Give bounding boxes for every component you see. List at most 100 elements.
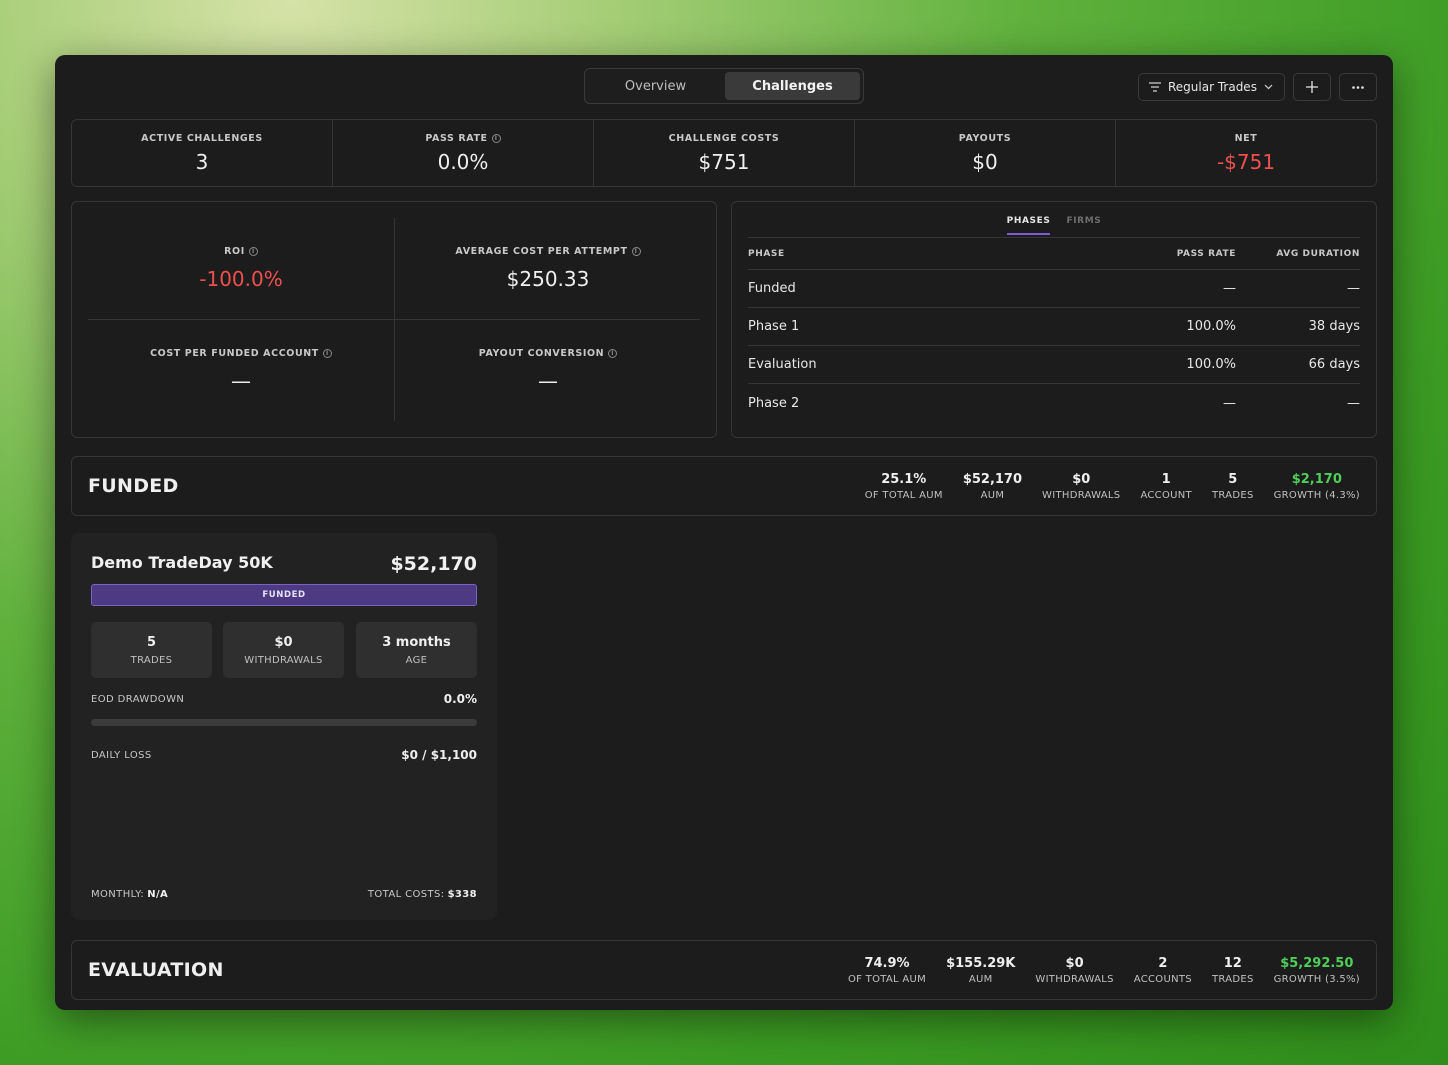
chevron-down-icon bbox=[1264, 84, 1273, 90]
trade-filter-dropdown[interactable]: Regular Trades bbox=[1138, 73, 1285, 101]
stat-label: ACTIVE CHALLENGES bbox=[141, 132, 263, 144]
metric-avg-cost: AVERAGE COST PER ATTEMPT i $250.33 bbox=[395, 218, 701, 319]
tab-firms[interactable]: FIRMS bbox=[1066, 216, 1101, 235]
phase-name: Funded bbox=[748, 281, 796, 296]
phase-avg-duration: 66 days bbox=[1308, 357, 1360, 372]
more-horizontal-icon bbox=[1352, 85, 1364, 89]
section-stat: 5 TRADES bbox=[1211, 471, 1254, 501]
table-row: Funded — — bbox=[748, 270, 1360, 308]
status-badge: FUNDED bbox=[91, 584, 477, 606]
daily-loss-value: $0 / $1,100 bbox=[401, 748, 477, 762]
section-stat: $52,170 AUM bbox=[962, 471, 1023, 501]
stat-payouts: PAYOUTS $0 bbox=[855, 120, 1116, 186]
filter-icon bbox=[1149, 82, 1161, 92]
phase-name: Phase 1 bbox=[748, 319, 800, 334]
section-stat: $5,292.50 GROWTH (3.5%) bbox=[1273, 955, 1360, 985]
table-header: PHASE PASS RATE AVG DURATION bbox=[748, 238, 1360, 270]
account-name: Demo TradeDay 50K bbox=[91, 553, 273, 572]
metric-value: — bbox=[231, 369, 251, 393]
phase-pass-rate: — bbox=[1223, 281, 1236, 296]
metric-label: ROI bbox=[224, 246, 245, 257]
section-stat: 25.1% OF TOTAL AUM bbox=[864, 471, 943, 501]
phase-name: Phase 2 bbox=[748, 395, 800, 411]
metric-roi: ROI i -100.0% bbox=[88, 218, 394, 319]
eod-drawdown-progress bbox=[91, 719, 477, 726]
phase-pass-rate: 100.0% bbox=[1186, 357, 1236, 372]
section-stat: $155.29K AUM bbox=[946, 955, 1016, 985]
metric-label: COST PER FUNDED ACCOUNT bbox=[150, 348, 319, 359]
account-balance: $52,170 bbox=[390, 553, 477, 575]
stat-label: CHALLENGE COSTS bbox=[668, 132, 780, 144]
stat-label: PAYOUTS bbox=[958, 132, 1012, 144]
stat-label: PASS RATE bbox=[425, 132, 488, 144]
phase-name: Evaluation bbox=[748, 357, 817, 372]
phase-avg-duration: — bbox=[1347, 281, 1360, 296]
column-header-phase: PHASE bbox=[748, 248, 785, 259]
table-row: Phase 1 100.0% 38 days bbox=[748, 308, 1360, 346]
tab-phases[interactable]: PHASES bbox=[1006, 216, 1051, 235]
metric-cost-per-funded: COST PER FUNDED ACCOUNT i — bbox=[88, 320, 394, 421]
metric-payout-conversion: PAYOUT CONVERSION i — bbox=[395, 320, 701, 421]
funded-section-header[interactable]: FUNDED 25.1% OF TOTAL AUM $52,170 AUM $0 WI… bbox=[71, 456, 1377, 516]
view-switcher: Overview Challenges bbox=[584, 68, 864, 104]
info-icon[interactable]: i bbox=[322, 349, 332, 358]
stat-active-challenges: ACTIVE CHALLENGES 3 bbox=[72, 120, 333, 186]
app-window: Overview Challenges Regular Trades ACTIV… bbox=[55, 55, 1393, 1010]
table-row: Phase 2 — — bbox=[748, 384, 1360, 422]
eod-drawdown-row: EOD DRAWDOWN 0.0% bbox=[91, 692, 477, 706]
evaluation-section-header[interactable]: EVALUATION 74.9% OF TOTAL AUM $155.29K AUM… bbox=[71, 940, 1377, 1000]
section-stat: 74.9% OF TOTAL AUM bbox=[847, 955, 927, 985]
section-stat: 2 ACCOUNTS bbox=[1133, 955, 1192, 985]
more-options-button[interactable] bbox=[1339, 73, 1377, 101]
section-stat: $0 WITHDRAWALS bbox=[1035, 955, 1114, 985]
info-icon[interactable]: i bbox=[491, 133, 501, 143]
stat-value: $0 bbox=[972, 149, 998, 174]
monthly-info: MONTHLY: N/A bbox=[91, 889, 169, 900]
phase-avg-duration: — bbox=[1347, 395, 1360, 411]
section-stat: $0 WITHDRAWALS bbox=[1042, 471, 1121, 501]
metric-label: AVERAGE COST PER ATTEMPT bbox=[455, 246, 628, 257]
column-header-pass-rate: PASS RATE bbox=[1176, 248, 1236, 259]
section-stat: 12 TRADES bbox=[1211, 955, 1254, 985]
section-title: EVALUATION bbox=[88, 959, 224, 981]
eod-drawdown-value: 0.0% bbox=[443, 692, 477, 706]
account-card[interactable]: Demo TradeDay 50K $52,170 FUNDED 5 TRADES… bbox=[71, 533, 497, 920]
metric-value: -100.0% bbox=[199, 267, 283, 291]
section-stat: 1 ACCOUNT bbox=[1140, 471, 1192, 501]
mini-stat-age: 3 months AGE bbox=[356, 622, 477, 678]
info-icon[interactable]: i bbox=[631, 247, 641, 256]
stat-label: NET bbox=[1234, 132, 1258, 144]
phases-panel: PHASES FIRMS PHASE PASS RATE AVG DURATIO… bbox=[731, 201, 1377, 438]
summary-stats: ACTIVE CHALLENGES 3 PASS RATE i 0.0% CHAL… bbox=[71, 119, 1377, 187]
daily-loss-row: DAILY LOSS $0 / $1,100 bbox=[91, 748, 477, 762]
phases-tabs: PHASES FIRMS bbox=[732, 216, 1376, 235]
metric-value: — bbox=[538, 369, 558, 393]
plus-icon bbox=[1306, 81, 1318, 93]
stat-value: $751 bbox=[698, 149, 750, 174]
table-row: Evaluation 100.0% 66 days bbox=[748, 346, 1360, 384]
tab-overview[interactable]: Overview bbox=[588, 72, 723, 100]
metric-label: PAYOUT CONVERSION bbox=[478, 348, 605, 359]
mini-stat-withdrawals: $0 WITHDRAWALS bbox=[223, 622, 344, 678]
stat-value: 0.0% bbox=[437, 149, 489, 174]
mini-stat-trades: 5 TRADES bbox=[91, 622, 212, 678]
total-costs-info: TOTAL COSTS: $338 bbox=[367, 889, 477, 900]
metrics-panel: ROI i -100.0% AVERAGE COST PER ATTEMPT i $… bbox=[71, 201, 717, 438]
stat-value: -$751 bbox=[1216, 149, 1276, 174]
stat-challenge-costs: CHALLENGE COSTS $751 bbox=[594, 120, 855, 186]
stat-pass-rate: PASS RATE i 0.0% bbox=[333, 120, 594, 186]
stat-net: NET -$751 bbox=[1116, 120, 1376, 186]
metric-value: $250.33 bbox=[506, 267, 590, 291]
phase-avg-duration: 38 days bbox=[1308, 319, 1360, 334]
filter-label: Regular Trades bbox=[1168, 80, 1257, 94]
daily-loss-label: DAILY LOSS bbox=[91, 749, 152, 761]
column-header-avg-duration: AVG DURATION bbox=[1276, 248, 1360, 259]
section-stat: $2,170 GROWTH (4.3%) bbox=[1273, 471, 1360, 501]
phase-pass-rate: — bbox=[1223, 395, 1236, 411]
stat-value: 3 bbox=[195, 149, 209, 174]
section-title: FUNDED bbox=[88, 475, 179, 497]
info-icon[interactable]: i bbox=[608, 349, 618, 358]
tab-challenges[interactable]: Challenges bbox=[725, 72, 860, 100]
add-button[interactable] bbox=[1293, 73, 1331, 101]
info-icon[interactable]: i bbox=[248, 247, 258, 256]
